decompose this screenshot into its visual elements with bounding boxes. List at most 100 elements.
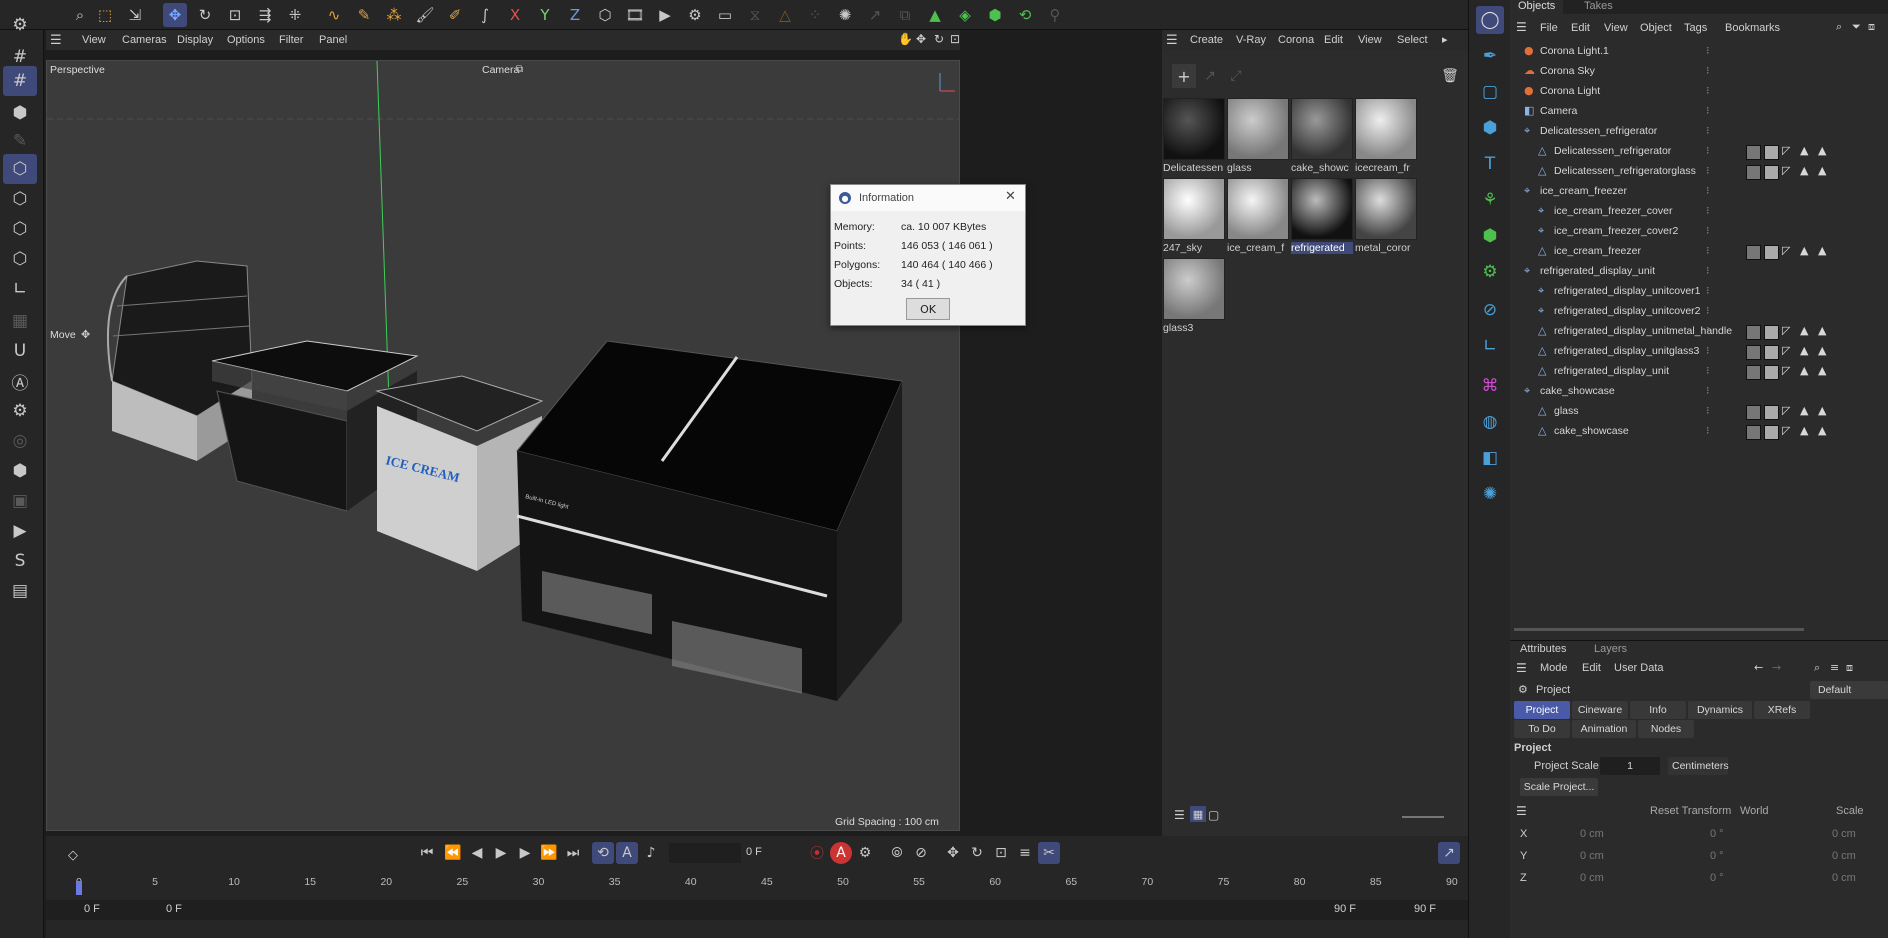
- material-tag-icon[interactable]: ◸: [1782, 144, 1790, 157]
- preset-dropdown[interactable]: Default: [1810, 681, 1888, 699]
- menu-panel[interactable]: Panel: [319, 34, 347, 46]
- hamburger-icon[interactable]: ☰: [1166, 33, 1178, 48]
- object-row[interactable]: △ glass ⁝ ◸ ▲ ▲: [1510, 402, 1888, 422]
- reset-transform-button[interactable]: Reset Transform: [1650, 805, 1731, 817]
- object-row[interactable]: ⌖ refrigerated_display_unit ⁝: [1510, 262, 1888, 282]
- filter-icon[interactable]: ⏷: [1852, 20, 1861, 34]
- visibility-icon[interactable]: ⁝: [1706, 104, 1710, 117]
- tab-layers[interactable]: Layers: [1594, 643, 1627, 655]
- globe-icon[interactable]: ◍: [1476, 408, 1504, 436]
- selection-icon[interactable]: ⬚: [93, 3, 117, 27]
- visibility-icon[interactable]: ⁝: [1706, 84, 1710, 97]
- search-icon[interactable]: ⌕: [1814, 661, 1820, 675]
- deformer-bend-icon[interactable]: ⊘: [1476, 296, 1504, 324]
- object-row[interactable]: ⌖ ice_cream_freezer ⁝: [1510, 182, 1888, 202]
- maximize-icon[interactable]: ⊡: [950, 32, 960, 46]
- visibility-icon[interactable]: ⁝: [1706, 44, 1710, 57]
- workplane-icon[interactable]: ⁜: [283, 3, 307, 27]
- object-row[interactable]: △ Delicatessen_refrigeratorglass ⁝ ◸ ▲ ▲: [1510, 162, 1888, 182]
- layers-icon[interactable]: ▣: [3, 486, 37, 516]
- folder-icon[interactable]: ▤: [3, 576, 37, 606]
- viewport[interactable]: ICE CREAM Built-in LED light Perspective…: [46, 60, 960, 831]
- picture-viewer-icon[interactable]: ▭: [713, 3, 737, 27]
- material-tag-icon[interactable]: ◸: [1782, 424, 1790, 437]
- gear-icon[interactable]: ⚙: [3, 10, 37, 40]
- material-tag-icon[interactable]: ▲: [1818, 164, 1826, 177]
- triangle-icon[interactable]: △: [773, 3, 797, 27]
- material-tag-icon[interactable]: ▲: [1818, 424, 1826, 437]
- visibility-icon[interactable]: ⁝: [1706, 244, 1710, 257]
- search-icon[interactable]: ⌕: [68, 3, 92, 27]
- menu-filter[interactable]: Filter: [279, 34, 303, 46]
- material-tag-icon[interactable]: [1746, 345, 1761, 360]
- range-start[interactable]: 0 F: [84, 903, 100, 915]
- object-row[interactable]: ⌖ ice_cream_freezer_cover2 ⁝: [1510, 222, 1888, 242]
- live-select-icon[interactable]: ⇲: [123, 3, 147, 27]
- forward-arrow-icon[interactable]: →: [1772, 661, 1781, 674]
- object-row[interactable]: ● Corona Light ⁝: [1510, 82, 1888, 102]
- obj-menu-tags[interactable]: Tags: [1684, 22, 1707, 34]
- coord-system-dropdown[interactable]: World: [1740, 805, 1769, 817]
- material-tag-icon[interactable]: ▲: [1818, 364, 1826, 377]
- material-tag-icon[interactable]: [1746, 165, 1761, 180]
- material-swatch[interactable]: cake_showc: [1291, 98, 1353, 178]
- magic-icon[interactable]: ✺: [833, 3, 857, 27]
- close-icon[interactable]: ✕: [1005, 189, 1016, 204]
- material-tag-icon[interactable]: ▲: [1800, 324, 1808, 337]
- material-tag-icon[interactable]: [1764, 405, 1779, 420]
- hexagon-icon[interactable]: ⬢: [3, 456, 37, 486]
- material-tag-icon[interactable]: ▲: [1818, 404, 1826, 417]
- material-tag-icon[interactable]: ▲: [1818, 344, 1826, 357]
- object-row[interactable]: ⌖ refrigerated_display_unitcover1 ⁝: [1510, 282, 1888, 302]
- obj-menu-edit[interactable]: Edit: [1571, 22, 1590, 34]
- visibility-icon[interactable]: ⁝: [1706, 204, 1710, 217]
- rot-y-field[interactable]: 0 °: [1710, 850, 1724, 862]
- timeline-ruler[interactable]: 051015202530354045505560657075808590: [46, 836, 1468, 896]
- object-row[interactable]: ● Corona Light.1 ⁝: [1510, 42, 1888, 62]
- object-row[interactable]: △ cake_showcase ⁝ ◸ ▲ ▲: [1510, 422, 1888, 442]
- subtab-nodes[interactable]: Nodes: [1638, 720, 1694, 738]
- material-tag-icon[interactable]: ▲: [1800, 144, 1808, 157]
- deformer-icon[interactable]: ⟲: [1013, 3, 1037, 27]
- lock-icon[interactable]: ⧈: [1846, 661, 1853, 675]
- material-tag-icon[interactable]: [1764, 425, 1779, 440]
- obj-menu-view[interactable]: View: [1604, 22, 1628, 34]
- range-start2[interactable]: 0 F: [166, 903, 182, 915]
- material-tag-icon[interactable]: [1764, 325, 1779, 340]
- material-tag-icon[interactable]: [1746, 145, 1761, 160]
- material-swatch-selected[interactable]: refrigerated: [1291, 178, 1353, 258]
- cube-icon[interactable]: ⬡: [593, 3, 617, 27]
- grid-view-icon[interactable]: ▦: [1190, 806, 1206, 822]
- visibility-icon[interactable]: ⁝: [1706, 164, 1710, 177]
- visibility-icon[interactable]: ⁝: [1706, 224, 1710, 237]
- spline-icon[interactable]: ∿: [322, 3, 346, 27]
- visibility-icon[interactable]: ⁝: [1706, 264, 1710, 277]
- magnet-icon[interactable]: Ս: [3, 336, 37, 366]
- visibility-icon[interactable]: ⁝: [1706, 364, 1710, 377]
- hamburger-icon[interactable]: ☰: [1516, 661, 1527, 675]
- ok-button[interactable]: OK: [906, 298, 950, 320]
- render-region-icon[interactable]: 🎞: [623, 3, 647, 27]
- material-tag-icon[interactable]: ▲: [1800, 344, 1808, 357]
- rectangle-icon[interactable]: ▢: [1476, 78, 1504, 106]
- hamburger-icon[interactable]: ☰: [1516, 804, 1527, 818]
- material-tag-icon[interactable]: ▲: [1818, 324, 1826, 337]
- visibility-icon[interactable]: ⁝: [1706, 304, 1710, 317]
- unit-dropdown[interactable]: Centimeters: [1668, 757, 1729, 775]
- visibility-icon[interactable]: ⁝: [1706, 424, 1710, 437]
- orbit-icon[interactable]: ↻: [934, 32, 944, 46]
- menu-display[interactable]: Display: [177, 34, 213, 46]
- edge-mode-icon[interactable]: ⬡: [3, 184, 37, 214]
- axis-x-icon[interactable]: X: [503, 3, 527, 27]
- lock-icon[interactable]: ⧖: [743, 3, 767, 27]
- menu-options[interactable]: Options: [227, 34, 265, 46]
- subtab-cineware[interactable]: Cineware: [1572, 701, 1628, 719]
- mat-menu-select[interactable]: Select: [1397, 34, 1428, 46]
- text-spline-icon[interactable]: T: [1476, 150, 1504, 178]
- tab-objects[interactable]: Objects: [1510, 0, 1564, 14]
- visibility-icon[interactable]: ⁝: [1706, 404, 1710, 417]
- material-tag-icon[interactable]: [1764, 365, 1779, 380]
- pen-icon[interactable]: ∫: [473, 3, 497, 27]
- rotate-icon[interactable]: ↻: [193, 3, 217, 27]
- attr-menu-mode[interactable]: Mode: [1540, 662, 1568, 674]
